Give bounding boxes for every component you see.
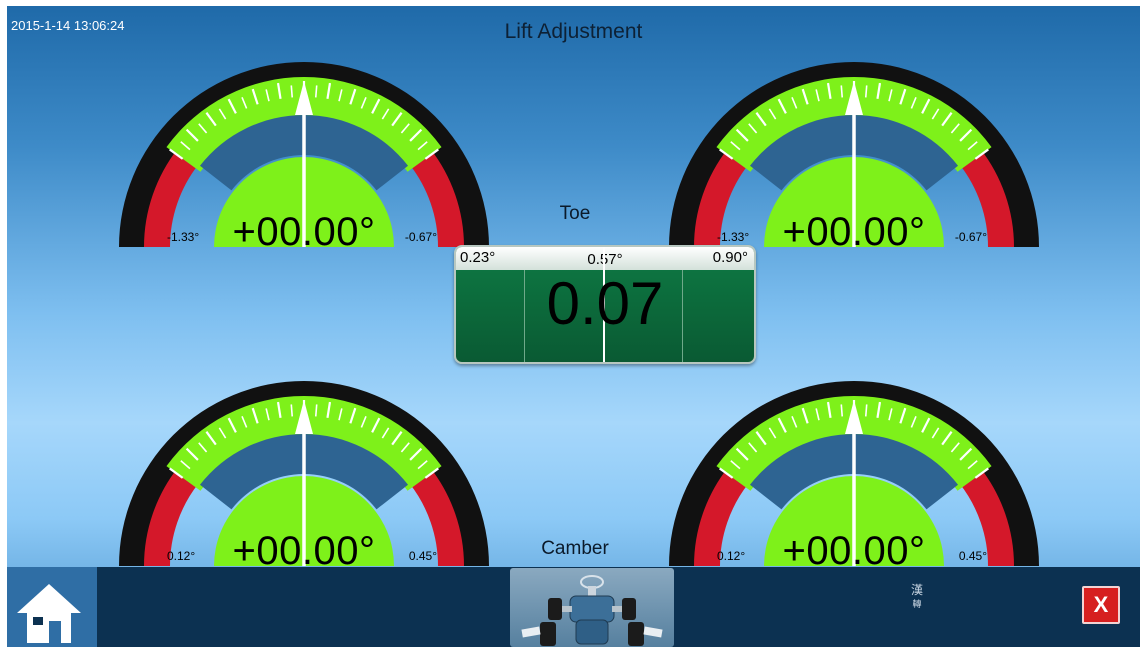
language-label-primary: 漢 <box>910 583 923 597</box>
gauge-tick <box>314 404 318 417</box>
toe-readout-panel: 0.23° 0.57° 0.90° 0.07 <box>454 245 756 364</box>
gauge-tick <box>840 404 844 417</box>
gauge-tick <box>864 85 868 98</box>
gauge-tick <box>314 85 318 98</box>
alignment-screen: 2015-1-14 13:06:24 Lift Adjustment -1.33… <box>7 6 1140 647</box>
bottom-toolbar: 漢 轉 X <box>7 567 1140 647</box>
gauge-tick <box>290 404 294 417</box>
vehicle-view-button[interactable] <box>510 568 674 647</box>
car-top-view-icon <box>521 575 663 646</box>
toe-value: 0.07 <box>546 270 664 337</box>
home-button[interactable] <box>7 567 97 647</box>
camber-label: Camber <box>541 538 609 559</box>
language-label-secondary: 轉 <box>912 599 922 609</box>
toe-target-label: 0.57° <box>456 251 754 268</box>
gauge-bottom-left: 0.12° +00.00° 0.45° <box>119 318 489 573</box>
gauge-tick <box>290 85 294 98</box>
gauge-max-label: -0.67° <box>404 230 437 244</box>
home-icon <box>17 584 81 643</box>
gauge-top-left: -1.33° +00.00° -0.67° <box>119 6 489 254</box>
gauge-tick <box>864 404 868 417</box>
gauge-top-right: -1.33° +00.00° -0.67° <box>669 6 1039 254</box>
close-button[interactable]: X <box>1082 586 1120 624</box>
toe-label: Toe <box>559 203 591 224</box>
language-toggle-button[interactable]: 漢 轉 <box>905 583 929 611</box>
gauge-max-label: 0.45° <box>408 549 437 563</box>
gauge-tick <box>840 85 844 98</box>
gauge-max-label: -0.67° <box>954 230 987 244</box>
gauge-max-label: 0.45° <box>958 549 987 563</box>
toe-max-label: 0.90° <box>712 249 748 266</box>
